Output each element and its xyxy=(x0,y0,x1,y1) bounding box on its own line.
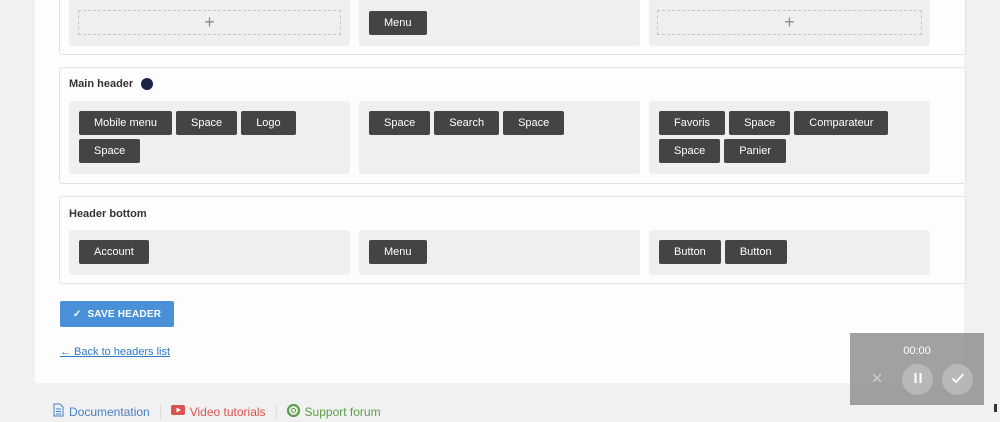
divider xyxy=(159,403,161,420)
element-chip[interactable]: Mobile menu xyxy=(79,111,172,135)
add-element-button[interactable]: + xyxy=(657,10,922,35)
close-icon xyxy=(871,372,883,387)
video-tutorials-link[interactable]: Video tutorials xyxy=(170,404,276,419)
save-header-button[interactable]: ✓ SAVE HEADER xyxy=(60,301,174,327)
support-forum-link[interactable]: Support forum xyxy=(286,403,391,420)
element-chip[interactable]: Logo xyxy=(241,111,296,135)
main-header-center-zone: Space Search Space xyxy=(359,101,640,174)
main-header-left-zone: Mobile menu Space Logo Space xyxy=(69,101,350,174)
plus-icon: + xyxy=(784,12,795,32)
element-chip[interactable]: Comparateur xyxy=(794,111,889,135)
back-to-headers-link[interactable]: ← Back to headers list xyxy=(60,346,170,358)
documentation-link[interactable]: Documentation xyxy=(53,403,160,420)
element-chip[interactable]: Button xyxy=(659,240,721,264)
element-chip[interactable]: Button xyxy=(724,240,787,264)
header-top-section: + Menu + xyxy=(59,0,966,55)
pause-icon xyxy=(912,372,924,387)
status-dot xyxy=(141,78,154,90)
element-chip[interactable]: Menu xyxy=(369,11,427,35)
element-chip[interactable]: Account xyxy=(79,240,149,264)
element-chip[interactable]: Menu xyxy=(369,240,427,264)
scrollbar[interactable] xyxy=(994,404,997,412)
video-tutorials-label: Video tutorials xyxy=(189,404,266,419)
header-top-right-zone: + xyxy=(649,0,930,46)
youtube-icon xyxy=(170,404,185,419)
element-chip[interactable]: Favoris xyxy=(659,111,726,135)
lifebuoy-icon xyxy=(286,403,300,420)
header-bottom-center-zone: Menu xyxy=(359,230,640,275)
header-bottom-section: Header bottom Account Menu Button Button xyxy=(59,196,966,284)
header-bottom-left-zone: Account xyxy=(69,230,350,275)
element-chip[interactable]: Space xyxy=(175,111,238,135)
element-chip[interactable]: Space xyxy=(503,111,565,135)
divider xyxy=(275,403,277,420)
footer-links: Documentation Video tutorials Support fo… xyxy=(53,403,391,420)
builder-panel xyxy=(35,0,964,383)
header-top-center-zone: Menu xyxy=(359,0,640,46)
recorder-time: 00:00 xyxy=(903,345,931,357)
checkmark-icon xyxy=(951,372,965,387)
main-header-section: Main header Mobile menu Space Logo Space… xyxy=(59,67,966,184)
element-chip[interactable]: Search xyxy=(434,111,500,135)
plus-icon: + xyxy=(204,12,215,32)
element-chip[interactable]: Space xyxy=(79,139,141,163)
recorder-widget: 00:00 xyxy=(850,333,984,405)
recorder-finish-button[interactable] xyxy=(942,364,973,395)
documentation-label: Documentation xyxy=(69,404,150,419)
check-icon: ✓ xyxy=(72,308,82,320)
recorder-pause-button[interactable] xyxy=(902,364,933,395)
element-chip[interactable]: Panier xyxy=(724,139,786,163)
document-icon xyxy=(53,403,64,420)
element-chip[interactable]: Space xyxy=(659,139,721,163)
main-header-right-zone: Favoris Space Comparateur Space Panier xyxy=(649,101,930,174)
save-header-label: SAVE HEADER xyxy=(87,308,162,320)
section-title: Header bottom xyxy=(69,208,147,220)
element-chip[interactable]: Space xyxy=(369,111,431,135)
header-bottom-right-zone: Button Button xyxy=(649,230,930,275)
support-forum-label: Support forum xyxy=(304,404,381,419)
element-chip[interactable]: Space xyxy=(729,111,791,135)
add-element-button[interactable]: + xyxy=(78,10,341,35)
header-top-left-zone: + xyxy=(69,0,350,46)
section-title: Main header xyxy=(69,78,154,90)
recorder-cancel-button[interactable] xyxy=(861,364,892,395)
